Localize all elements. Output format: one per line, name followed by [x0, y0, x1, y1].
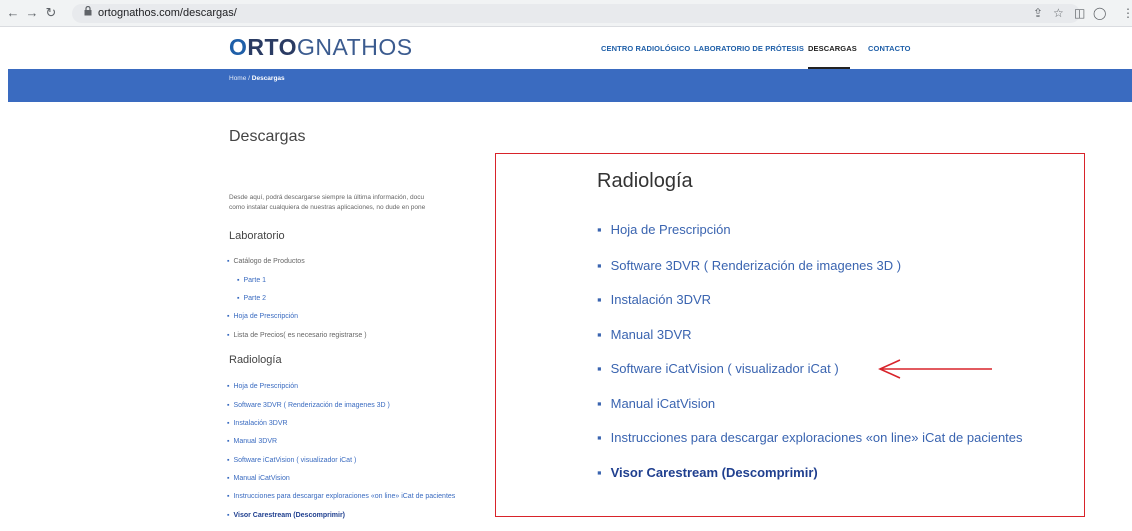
breadcrumb-home[interactable]: Home [229, 75, 246, 82]
zoom-item-instalacion-3dvr[interactable]: ▪ Instalación 3DVR [597, 291, 711, 309]
zoom-item-manual-icatvision[interactable]: ▪ Manual iCatVision [597, 395, 715, 413]
reload-icon[interactable]: ↻ [42, 4, 60, 22]
forward-arrow-icon[interactable]: → [23, 4, 41, 22]
lock-icon[interactable] [84, 5, 93, 20]
site-logo[interactable]: ORTOGNATHOS [229, 33, 413, 61]
zoom-item-visor-carestream[interactable]: ▪ Visor Carestream (Descomprimir) [597, 464, 818, 482]
rad-item-instalacion-3dvr[interactable]: ▪ Instalación 3DVR [227, 419, 288, 429]
intro-text-line-1: Desde aquí, podrá descargarse siempre la… [229, 194, 425, 201]
rad-item-software-icatvision[interactable]: ▪ Software iCatVision ( visualizador iCat… [227, 456, 356, 466]
nav-contacto[interactable]: CONTACTO [868, 44, 911, 53]
sidebar-icon[interactable]: ◫ [1074, 5, 1085, 21]
rad-item-hoja-prescripcion[interactable]: ▪ Hoja de Prescripción [227, 382, 298, 392]
zoom-item-hoja-prescripcion[interactable]: ▪ Hoja de Prescripción [597, 221, 731, 239]
page-banner [8, 69, 1132, 102]
breadcrumb: Home / Descargas [229, 75, 285, 82]
zoom-heading-radiologia: Radiología [597, 170, 693, 192]
rad-item-instrucciones-icat[interactable]: ▪ Instrucciones para descargar exploracio… [227, 492, 455, 502]
rad-item-manual-icatvision[interactable]: ▪ Manual iCatVision [227, 474, 290, 484]
zoom-item-software-3dvr[interactable]: ▪ Software 3DVR ( Renderización de imagen… [597, 257, 901, 275]
share-icon[interactable]: ⇪ [1033, 5, 1043, 21]
star-icon[interactable]: ☆ [1053, 5, 1064, 21]
nav-laboratorio-protesis[interactable]: LABORATORIO DE PRÓTESIS [694, 44, 804, 53]
zoom-item-manual-3dvr[interactable]: ▪ Manual 3DVR [597, 326, 692, 344]
back-arrow-icon[interactable]: ← [4, 4, 22, 22]
zoom-item-instrucciones-icat[interactable]: ▪ Instrucciones para descargar exploracio… [597, 429, 1023, 447]
zoom-item-software-icatvision[interactable]: ▪ Software iCatVision ( visualizador iCat… [597, 360, 839, 378]
lab-item-hoja-prescripcion[interactable]: ▪ Hoja de Prescripción [227, 312, 298, 322]
rad-item-visor-carestream[interactable]: ▪ Visor Carestream (Descomprimir) [227, 511, 345, 521]
kebab-menu-icon[interactable]: ⋮ [1122, 5, 1132, 21]
red-arrow-icon [878, 359, 992, 379]
intro-text-line-2: como instalar cualquiera de nuestras apl… [229, 204, 426, 211]
breadcrumb-current: Descargas [251, 75, 285, 82]
section-heading-laboratorio: Laboratorio [229, 230, 285, 242]
rad-item-manual-3dvr[interactable]: ▪ Manual 3DVR [227, 437, 277, 447]
nav-descargas[interactable]: DESCARGAS [808, 44, 857, 53]
lab-item-parte-1[interactable]: ▪ Parte 1 [237, 276, 266, 286]
nav-centro-radiologico[interactable]: CENTRO RADIOLÓGICO [601, 44, 690, 53]
page-title: Descargas [229, 128, 306, 145]
url-text[interactable]: ortognathos.com/descargas/ [98, 6, 237, 20]
lab-item-lista-precios[interactable]: ▪ Lista de Precios( es necesario registra… [227, 331, 367, 341]
rad-item-software-3dvr[interactable]: ▪ Software 3DVR ( Renderización de imagen… [227, 401, 390, 411]
lab-item-parte-2[interactable]: ▪ Parte 2 [237, 294, 266, 304]
profile-icon[interactable]: ◯ [1093, 5, 1106, 21]
zoom-highlight-box [495, 153, 1085, 517]
section-heading-radiologia: Radiología [229, 354, 282, 366]
lab-item-catalogo: ▪ Catálogo de Productos [227, 258, 305, 265]
